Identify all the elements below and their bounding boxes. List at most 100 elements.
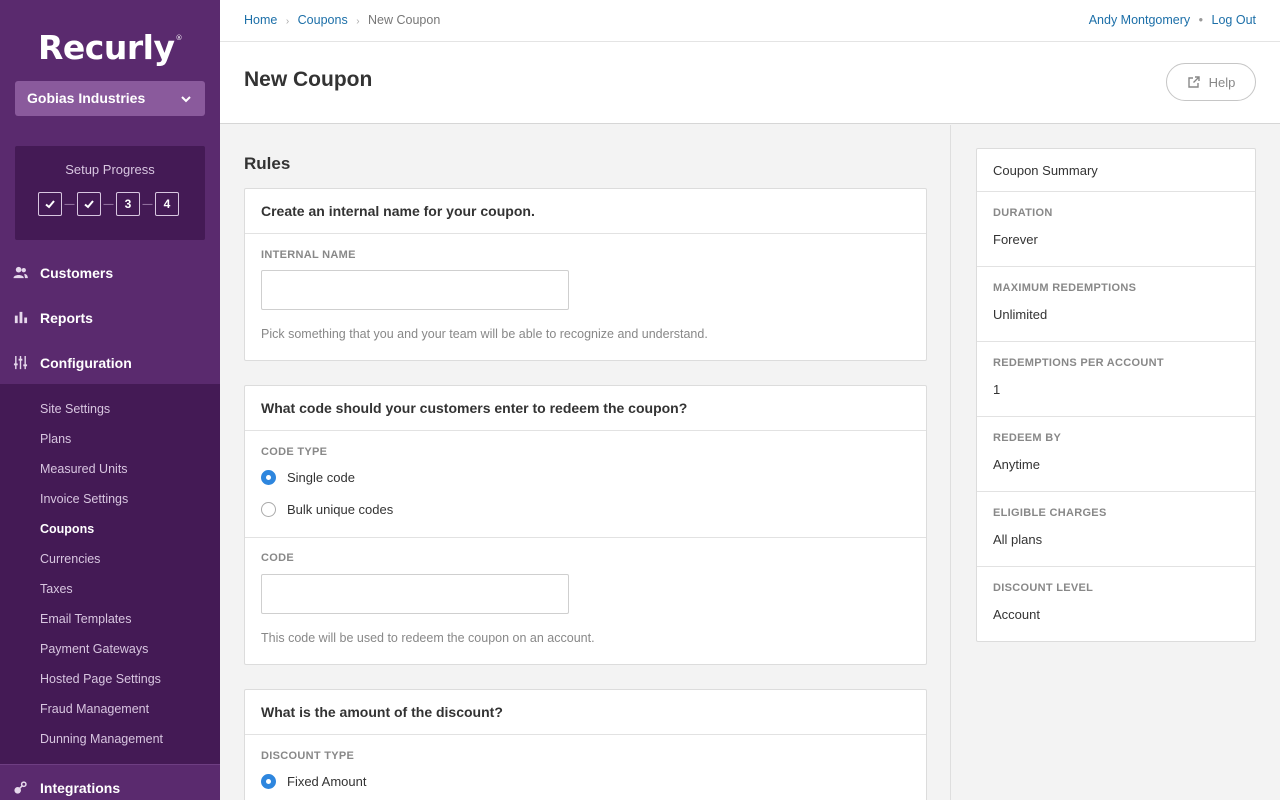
internal-name-question: Create an internal name for your coupon. [245, 189, 926, 234]
discount-type-label: DISCOUNT TYPE [261, 750, 355, 762]
internal-name-hint: Pick something that you and your team wi… [261, 327, 708, 341]
user-name-link[interactable]: Andy Montgomery [1089, 13, 1190, 27]
subnav-hosted-page-settings[interactable]: Hosted Page Settings [40, 672, 161, 686]
code-type-label: CODE TYPE [261, 446, 328, 458]
summary-key: DURATION [993, 207, 1053, 219]
summary-value: Forever [993, 232, 1038, 247]
site-selector[interactable]: Gobias Industries [15, 81, 205, 116]
summary-value: All plans [993, 532, 1043, 547]
plug-icon [12, 780, 28, 796]
nav-reports[interactable]: Reports [0, 295, 220, 340]
page-title: New Coupon [244, 68, 373, 91]
summary-max-redemptions: MAXIMUM REDEMPTIONS Unlimited [977, 267, 1255, 342]
radio-selected[interactable] [261, 774, 276, 789]
setup-steps: — — 3 — 4 [38, 192, 179, 216]
coupon-summary-title: Coupon Summary [977, 149, 1255, 192]
bar-chart-icon [12, 310, 28, 326]
summary-key: DISCOUNT LEVEL [993, 582, 1094, 594]
topbar: Home › Coupons › New Coupon Andy Montgom… [220, 0, 1280, 42]
subnav-plans[interactable]: Plans [40, 432, 71, 446]
card-divider [245, 537, 926, 538]
check-icon [45, 200, 55, 209]
subnav-coupons[interactable]: Coupons [40, 522, 94, 536]
radio-single-code-label: Single code [287, 470, 355, 485]
nav-reports-label: Reports [40, 309, 93, 326]
subnav-taxes[interactable]: Taxes [40, 582, 73, 596]
summary-column: Coupon Summary DURATION Forever MAXIMUM … [952, 125, 1280, 800]
check-icon [84, 200, 94, 209]
help-button[interactable]: Help [1166, 63, 1256, 101]
step-connector: — [142, 198, 153, 210]
subnav-dunning-management[interactable]: Dunning Management [40, 732, 163, 746]
summary-value: 1 [993, 382, 1001, 397]
configuration-subnav: Site Settings Plans Measured Units Invoi… [0, 384, 220, 764]
breadcrumb: Home › Coupons › New Coupon [244, 13, 440, 27]
help-button-label: Help [1208, 74, 1236, 90]
registered-mark: ® [175, 34, 182, 42]
subnav-email-templates[interactable]: Email Templates [40, 612, 131, 626]
subnav-fraud-management[interactable]: Fraud Management [40, 702, 149, 716]
external-link-icon [1187, 76, 1200, 88]
summary-key: ELIGIBLE CHARGES [993, 507, 1107, 519]
breadcrumb-separator: › [356, 16, 360, 27]
user-menu: Andy Montgomery • Log Out [1089, 13, 1256, 27]
sidebar: Recurly® Gobias Industries Setup Progres… [0, 0, 220, 800]
summary-key: REDEEM BY [993, 432, 1062, 444]
summary-value: Unlimited [993, 307, 1048, 322]
page-header: New Coupon Help [220, 42, 1280, 124]
subnav-measured-units[interactable]: Measured Units [40, 462, 128, 476]
separator-dot: • [1198, 13, 1204, 27]
recurly-logo[interactable]: Recurly® [0, 28, 220, 67]
step-connector: — [64, 198, 75, 210]
radio-selected[interactable] [261, 470, 276, 485]
summary-eligible-charges: ELIGIBLE CHARGES All plans [977, 492, 1255, 567]
radio-bulk-codes[interactable]: Bulk unique codes [261, 502, 393, 517]
setup-step-1[interactable] [38, 192, 62, 216]
summary-value: Anytime [993, 457, 1040, 472]
nav-customers-label: Customers [40, 264, 114, 281]
subnav-payment-gateways[interactable]: Payment Gateways [40, 642, 148, 656]
radio-single-code[interactable]: Single code [261, 470, 355, 485]
internal-name-card: Create an internal name for your coupon.… [244, 188, 927, 361]
subnav-site-settings[interactable]: Site Settings [40, 402, 110, 416]
subnav-currencies[interactable]: Currencies [40, 552, 100, 566]
radio-bulk-codes-label: Bulk unique codes [287, 502, 394, 517]
setup-progress[interactable]: Setup Progress — — 3 — 4 [15, 146, 205, 240]
code-input[interactable] [261, 574, 569, 614]
summary-value: Account [993, 607, 1040, 622]
subnav-invoice-settings[interactable]: Invoice Settings [40, 492, 128, 506]
setup-progress-title: Setup Progress [65, 162, 155, 177]
rules-heading: Rules [244, 154, 291, 173]
code-label: CODE [261, 552, 294, 564]
nav-customers[interactable]: Customers [0, 250, 220, 295]
nav-configuration-label: Configuration [40, 354, 132, 371]
setup-step-4[interactable]: 4 [155, 192, 179, 216]
site-name: Gobias Industries [27, 90, 146, 106]
users-icon [12, 265, 28, 281]
step-connector: — [103, 198, 114, 210]
chevron-down-icon [180, 81, 192, 116]
nav-integrations-label: Integrations [40, 779, 121, 796]
setup-step-2[interactable] [77, 192, 101, 216]
breadcrumb-coupons[interactable]: Coupons [298, 13, 348, 27]
summary-discount-level: DISCOUNT LEVEL Account [977, 567, 1255, 641]
logout-link[interactable]: Log Out [1212, 13, 1256, 27]
breadcrumb-current: New Coupon [368, 13, 441, 27]
nav-configuration[interactable]: Configuration [0, 340, 220, 385]
summary-key: REDEMPTIONS PER ACCOUNT [993, 357, 1164, 369]
nav-integrations[interactable]: Integrations [0, 764, 220, 800]
setup-step-3[interactable]: 3 [116, 192, 140, 216]
code-question: What code should your customers enter to… [245, 386, 926, 431]
radio-fixed-amount[interactable]: Fixed Amount [261, 774, 367, 789]
summary-duration: DURATION Forever [977, 192, 1255, 267]
main-content: Rules Create an internal name for your c… [220, 125, 951, 800]
breadcrumb-home[interactable]: Home [244, 13, 277, 27]
breadcrumb-separator: › [285, 16, 290, 27]
discount-card: What is the amount of the discount? DISC… [244, 689, 927, 800]
radio-unselected[interactable] [261, 502, 276, 517]
summary-redemptions-per-account: REDEMPTIONS PER ACCOUNT 1 [977, 342, 1255, 417]
radio-fixed-amount-label: Fixed Amount [287, 774, 367, 789]
internal-name-label: INTERNAL NAME [261, 249, 356, 261]
discount-question: What is the amount of the discount? [245, 690, 926, 735]
internal-name-input[interactable] [261, 270, 569, 310]
